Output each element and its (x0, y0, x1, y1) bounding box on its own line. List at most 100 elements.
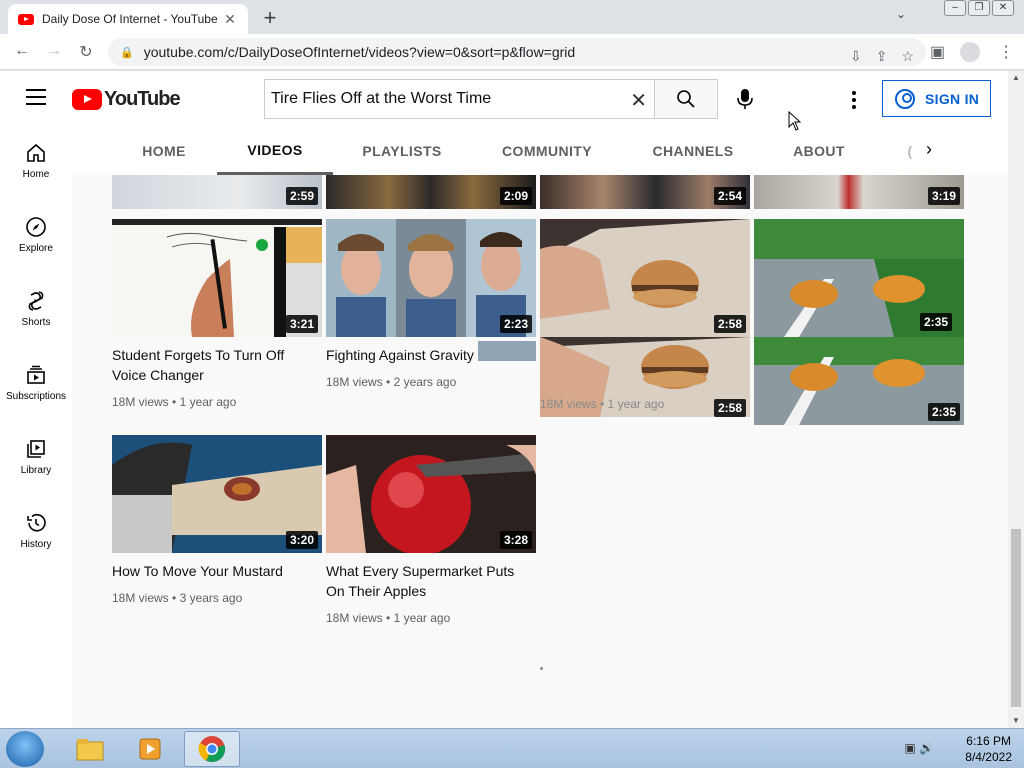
video-duration: 2:58 (713, 399, 746, 417)
tab-videos[interactable]: VIDEOS (217, 127, 333, 175)
taskbar-media-player[interactable] (122, 731, 178, 767)
hamburger-menu-icon[interactable] (26, 89, 46, 105)
channel-tabs: HOME VIDEOS PLAYLISTS COMMUNITY CHANNELS… (72, 127, 1008, 175)
scroll-down-icon[interactable]: ▼ (1012, 716, 1020, 725)
tab-search-partial[interactable]: ( (902, 127, 918, 175)
settings-menu-icon[interactable] (852, 91, 856, 109)
video-views: 18M views (540, 397, 597, 411)
tab-close-icon[interactable]: ✕ (222, 11, 238, 28)
browser-tab[interactable]: Daily Dose Of Internet - YouTube ✕ (8, 4, 248, 34)
address-bar-actions: ⇩ ⇪ ☆ (850, 42, 926, 70)
video-thumbnail[interactable]: 3:19 (754, 175, 964, 209)
history-icon (27, 513, 46, 532)
video-duration: 2:58 (713, 315, 746, 333)
scrollbar-thumb[interactable] (1011, 529, 1021, 707)
address-bar[interactable]: 🔒 youtube.com/c/DailyDoseOfInternet/vide… (108, 38, 926, 66)
video-meta: 18M views • 1 year ago (112, 395, 237, 409)
video-thumbnail[interactable]: 3:21 (112, 219, 322, 337)
sidebar-guide: Home Explore Shorts Subscriptions Librar… (0, 127, 72, 728)
sidebar-item-shorts[interactable]: Shorts (0, 275, 72, 349)
video-duration: 2:23 (499, 315, 532, 333)
sidebar-item-explore[interactable]: Explore (0, 201, 72, 275)
back-arrow-icon[interactable]: ← (12, 42, 32, 60)
video-thumbnail[interactable]: 3:28 (326, 435, 536, 553)
search-input[interactable]: Tire Flies Off at the Worst Time ✕ (264, 79, 655, 119)
chevron-right-icon[interactable]: › (926, 139, 932, 160)
lock-icon: 🔒 (120, 46, 134, 59)
video-views: 18M views (112, 395, 169, 409)
video-thumbnail[interactable]: 2:09 (326, 175, 536, 209)
chrome-menu-icon[interactable]: ⋮ (998, 42, 1014, 62)
search-icon (677, 90, 695, 108)
clear-search-icon[interactable]: ✕ (630, 88, 647, 113)
video-title[interactable]: Fighting Against Gravity (326, 345, 476, 365)
subscriptions-icon (27, 365, 45, 384)
youtube-logo[interactable]: YouTube (72, 88, 181, 111)
tab-about[interactable]: ABOUT (772, 127, 866, 175)
video-title[interactable]: Student Forgets To Turn Off Voice Change… (112, 345, 312, 385)
video-age: 1 year ago (393, 611, 451, 625)
start-button[interactable] (6, 731, 44, 767)
video-thumbnail[interactable]: 2:58 (540, 219, 750, 337)
tab-search-chevron-icon[interactable]: ⌄ (896, 7, 906, 21)
os-taskbar: ▣ 🔊 6:16 PM 8/4/2022 (0, 728, 1024, 768)
video-title[interactable]: What Every Supermarket Puts On Their App… (326, 561, 526, 601)
video-meta: 18M views • 1 year ago (326, 611, 451, 625)
sidebar-item-label: History (20, 539, 52, 550)
taskbar-chrome[interactable] (184, 731, 240, 767)
video-views: 18M views (326, 611, 383, 625)
sidebar-item-library[interactable]: Library (0, 423, 72, 497)
compass-icon (26, 217, 46, 237)
mouse-cursor-icon (788, 111, 802, 131)
page-viewport: 2:59 2:09 2:54 3:19 3:21 Student Forgets… (0, 71, 1024, 728)
video-views: 18M views (326, 375, 383, 389)
video-thumbnail[interactable]: 2:59 (112, 175, 322, 209)
home-icon (27, 143, 45, 162)
microphone-icon[interactable] (736, 88, 754, 110)
maximize-icon[interactable]: ❐ (968, 0, 990, 16)
side-panel-icon[interactable]: ▣ (930, 42, 945, 62)
sidebar-item-label: Library (20, 465, 52, 476)
video-views: 18M views (112, 591, 169, 605)
search-button[interactable] (654, 79, 718, 119)
video-duration: 2:54 (713, 187, 746, 205)
hover-preview-thumbnail (478, 341, 536, 361)
taskbar-explorer[interactable] (62, 731, 118, 767)
install-icon[interactable]: ⇩ (850, 48, 862, 65)
sidebar-item-history[interactable]: History (0, 497, 72, 571)
system-tray-icons[interactable]: ▣ 🔊 (904, 741, 934, 755)
sidebar-item-home[interactable]: Home (0, 127, 72, 201)
video-meta: 18M views • 2 years ago (326, 375, 457, 389)
sidebar-item-label: Shorts (21, 317, 51, 328)
tab-home[interactable]: HOME (112, 127, 216, 175)
tab-channels[interactable]: CHANNELS (638, 127, 748, 175)
sign-in-label: SIGN IN (925, 90, 980, 107)
scroll-up-icon[interactable]: ▲ (1012, 73, 1020, 82)
reload-icon[interactable]: ↻ (76, 42, 96, 62)
page-scrollbar[interactable]: ▲ ▼ (1008, 71, 1024, 728)
profile-avatar[interactable] (960, 42, 980, 62)
clock-date: 8/4/2022 (965, 750, 1012, 764)
bookmark-star-icon[interactable]: ☆ (901, 48, 914, 65)
sidebar-item-subscriptions[interactable]: Subscriptions (0, 349, 72, 423)
sign-in-button[interactable]: SIGN IN (882, 80, 991, 117)
video-thumbnail[interactable]: 2:23 (326, 219, 536, 337)
share-icon[interactable]: ⇪ (876, 48, 888, 65)
videos-grid: 2:59 2:09 2:54 3:19 3:21 Student Forgets… (72, 175, 1008, 728)
youtube-favicon-icon (18, 13, 34, 25)
minimize-icon[interactable]: – (944, 0, 966, 16)
forward-arrow-icon[interactable]: → (44, 42, 64, 60)
video-duration: 2:09 (499, 187, 532, 205)
hover-preview-thumbnail[interactable]: 2:35 (754, 337, 964, 425)
video-thumbnail[interactable]: 3:20 (112, 435, 322, 553)
new-tab-icon[interactable]: + (258, 5, 282, 31)
clock[interactable]: 6:16 PM 8/4/2022 (965, 733, 1012, 765)
video-duration: 2:35 (927, 403, 960, 421)
sidebar-item-label: Home (22, 169, 50, 180)
video-duration: 3:20 (285, 531, 318, 549)
video-thumbnail[interactable]: 2:54 (540, 175, 750, 209)
close-window-icon[interactable]: ✕ (992, 0, 1014, 16)
video-title[interactable]: How To Move Your Mustard (112, 561, 312, 581)
tab-community[interactable]: COMMUNITY (482, 127, 612, 175)
tab-playlists[interactable]: PLAYLISTS (342, 127, 462, 175)
